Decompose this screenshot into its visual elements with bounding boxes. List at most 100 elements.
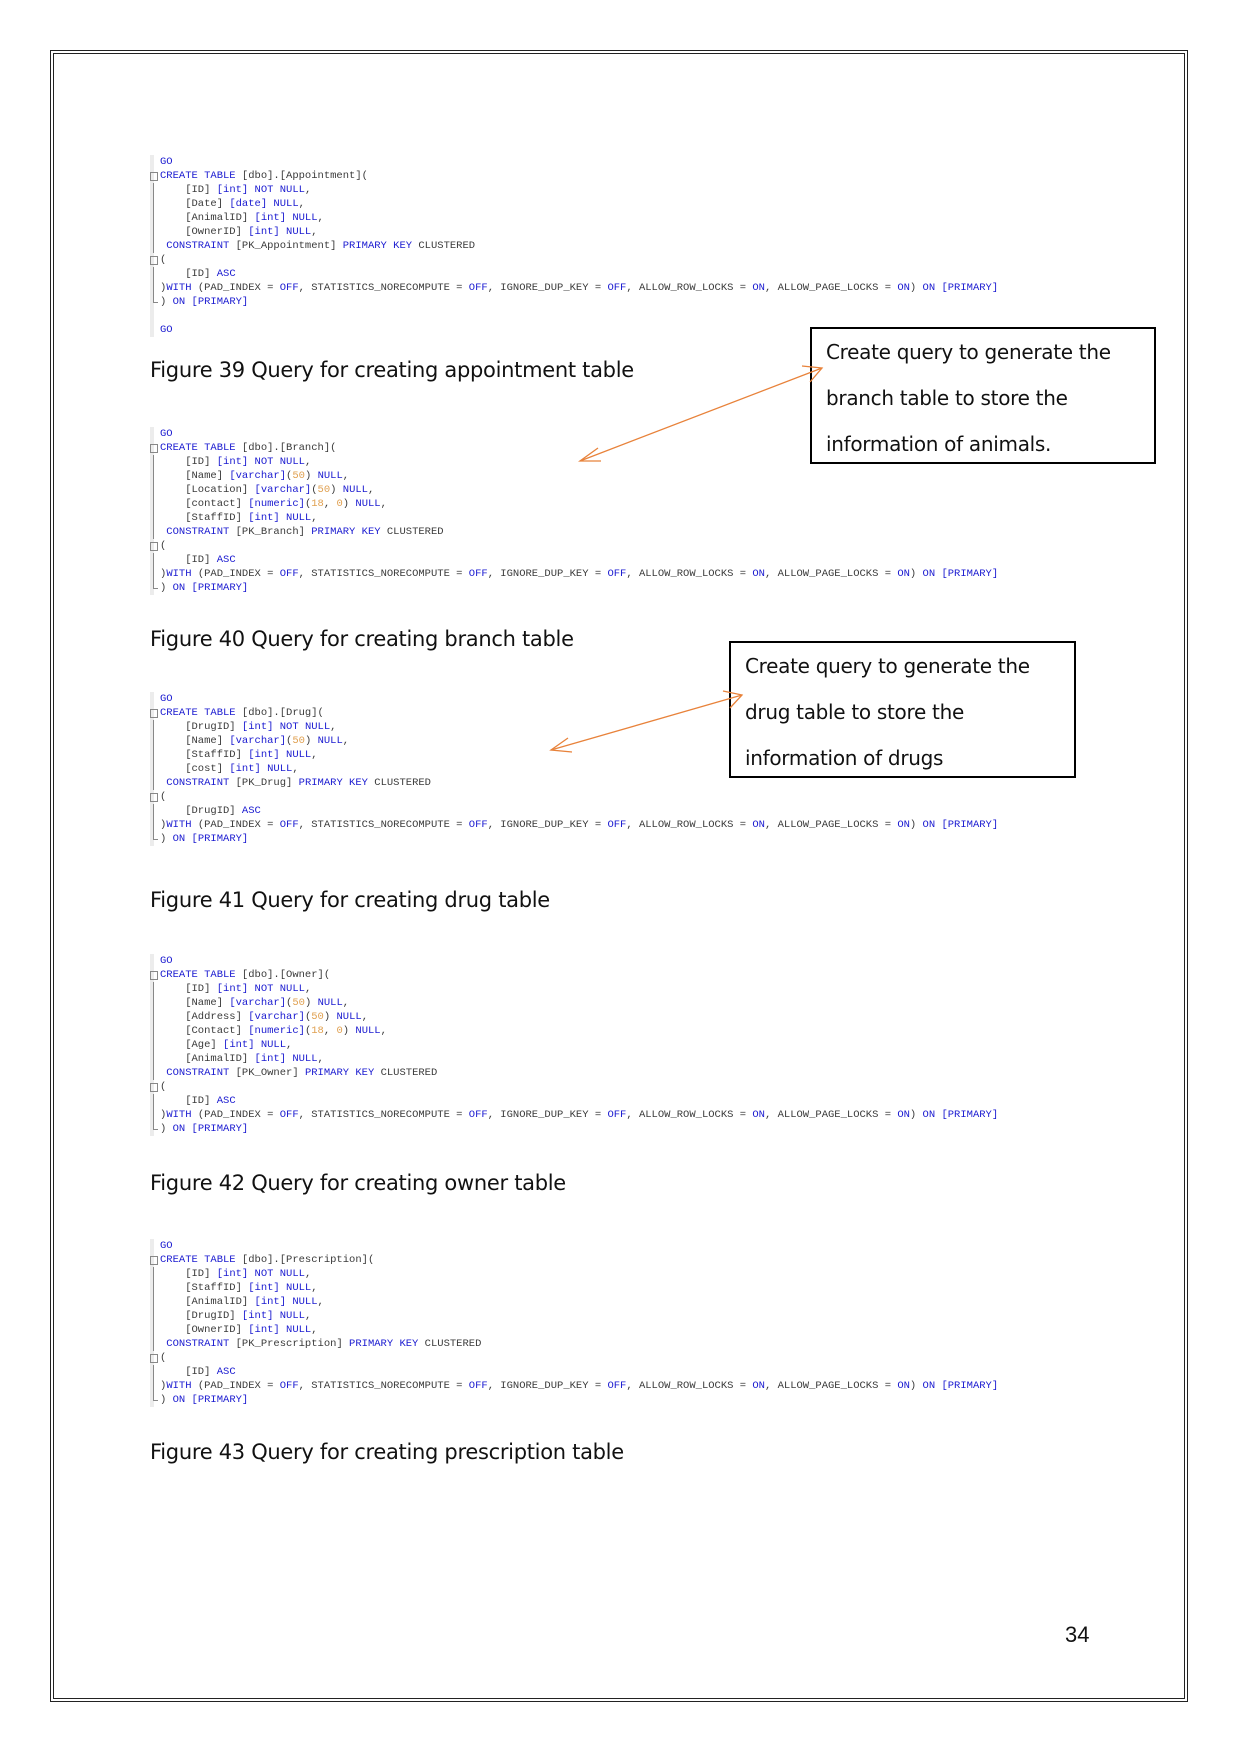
sql-text: (PAD_INDEX = [197, 282, 280, 294]
sql-text: [AnimalID] [160, 1296, 255, 1308]
sql-keyword: ON [897, 819, 910, 831]
sql-text: ( [160, 254, 167, 266]
sql-text: [PK_Appointment] [235, 240, 343, 252]
sql-keyword: [varchar] [248, 1011, 305, 1023]
code-line: )WITH (PAD_INDEX = OFF, STATISTICS_NOREC… [153, 281, 998, 295]
code-block-owner: GO CREATE TABLE [dbo].[Owner]( [ID] [int]… [150, 954, 999, 1136]
sql-keyword: [int] [229, 763, 268, 775]
sql-keyword: ON [172, 582, 192, 594]
sql-keyword: [date] [229, 198, 274, 210]
sql-keyword: NULL [273, 198, 299, 210]
sql-text: , [304, 456, 312, 468]
sql-text: , IGNORE_DUP_KEY = [487, 1380, 608, 1392]
sql-keyword: [PRIMARY] [941, 819, 999, 831]
sql-keyword: ON [922, 1109, 942, 1121]
sql-text: (PAD_INDEX = [197, 568, 280, 580]
sql-text: ) [909, 1380, 923, 1392]
sql-keyword: NOT NULL [254, 983, 305, 995]
sql-text: [AnimalID] [160, 212, 255, 224]
code-block-appointment: GO CREATE TABLE [dbo].[Appointment]( [ID]… [150, 155, 999, 337]
sql-keyword: [PRIMARY] [191, 296, 249, 308]
code-line: [DrugID] [int] NULL, [153, 1309, 998, 1323]
sql-text: , STATISTICS_NORECOMPUTE = [298, 568, 469, 580]
sql-text: , IGNORE_DUP_KEY = [487, 282, 608, 294]
collapse-icon [150, 706, 158, 720]
sql-keyword: ON [897, 282, 910, 294]
collapse-icon [150, 169, 158, 183]
sql-text: , [342, 735, 350, 747]
sql-keyword: NULL [286, 226, 312, 238]
fold-guide [150, 511, 158, 525]
sql-text: , STATISTICS_NORECOMPUTE = [298, 1380, 469, 1392]
sql-text: CLUSTERED [424, 1338, 482, 1350]
code-line: CONSTRAINT [PK_Prescription] PRIMARY KEY… [153, 1337, 998, 1351]
fold-guide [150, 1365, 158, 1379]
sql-text: [ID] [160, 983, 217, 995]
fold-guide [150, 1066, 158, 1080]
sql-keyword: [int] [248, 1324, 287, 1336]
code-line: )WITH (PAD_INDEX = OFF, STATISTICS_NOREC… [153, 567, 998, 581]
sql-keyword: ON [752, 1109, 765, 1121]
fold-guide [150, 1379, 158, 1393]
sql-keyword: NULL [292, 1053, 318, 1065]
sql-keyword: OFF [468, 1109, 488, 1121]
sql-text: CLUSTERED [418, 240, 476, 252]
sql-keyword: [int] [254, 1053, 293, 1065]
sql-text: ) [909, 819, 923, 831]
sql-text: , [311, 512, 318, 524]
sql-text: [DrugID] [160, 1310, 242, 1322]
sql-keyword: [int] [223, 1039, 261, 1051]
sql-text: [dbo].[Owner]( [241, 969, 331, 981]
sql-keyword: OFF [279, 282, 299, 294]
sql-keyword: ON [172, 1394, 192, 1406]
code-line: [contact] [numeric](18, 0) NULL, [153, 497, 998, 511]
sql-text: [Address] [160, 1011, 249, 1023]
sql-keyword: WITH [166, 1109, 198, 1121]
collapse-icon [150, 968, 158, 982]
sql-text: [DrugID] [160, 721, 242, 733]
code-line: [Contact] [numeric](18, 0) NULL, [153, 1024, 998, 1038]
code-line: ) ON [PRIMARY] [153, 295, 998, 309]
sql-text: ( [160, 1352, 167, 1364]
fold-guide [150, 455, 158, 469]
code-line: CREATE TABLE [dbo].[Prescription]( [150, 1253, 998, 1267]
code-line: ( [150, 1351, 998, 1365]
code-line: [OwnerID] [int] NULL, [153, 1323, 998, 1337]
sql-keyword: CONSTRAINT [160, 526, 236, 538]
sql-keyword: CREATE TABLE [160, 442, 242, 454]
code-line: [ID] ASC [153, 1365, 998, 1379]
fold-guide [150, 239, 158, 253]
sql-text: [PK_Prescription] [235, 1338, 350, 1350]
fold-guide [150, 1052, 158, 1066]
fold-guide [150, 1010, 158, 1024]
sql-text: , STATISTICS_NORECOMPUTE = [298, 1109, 469, 1121]
fold-guide [150, 1094, 158, 1108]
sql-text: , IGNORE_DUP_KEY = [487, 819, 608, 831]
sql-keyword: OFF [468, 1380, 488, 1392]
sql-text: [PK_Owner] [235, 1067, 305, 1079]
sql-text: , ALLOW_PAGE_LOCKS = [764, 1380, 898, 1392]
sql-keyword: GO [160, 1240, 173, 1252]
sql-keyword: PRIMARY KEY [342, 240, 419, 252]
sql-text: ) [342, 498, 356, 510]
sql-text: , [330, 721, 337, 733]
code-line: ) ON [PRIMARY] [153, 1122, 998, 1136]
callout-branch-line-3: information of animals. [826, 432, 1052, 456]
sql-keyword: NOT NULL [279, 721, 331, 733]
sql-keyword: CREATE TABLE [160, 707, 242, 719]
code-line: [AnimalID] [int] NULL, [153, 1295, 998, 1309]
sql-text: [StaffID] [160, 749, 249, 761]
code-block-prescription: GO CREATE TABLE [dbo].[Prescription]( [ID… [150, 1239, 999, 1407]
code-line: )WITH (PAD_INDEX = OFF, STATISTICS_NOREC… [153, 818, 999, 832]
sql-keyword: NULL [292, 212, 318, 224]
sql-keyword: GO [160, 428, 173, 440]
sql-text: , ALLOW_ROW_LOCKS = [626, 1109, 753, 1121]
sql-keyword: OFF [468, 282, 488, 294]
sql-keyword: PRIMARY KEY [349, 1338, 425, 1350]
sql-keyword: CREATE TABLE [160, 170, 242, 182]
sql-text: [PK_Branch] [235, 526, 312, 538]
sql-keyword: [int] [248, 1282, 287, 1294]
sql-keyword: CONSTRAINT [160, 240, 236, 252]
sql-keyword: [int] [241, 1310, 280, 1322]
